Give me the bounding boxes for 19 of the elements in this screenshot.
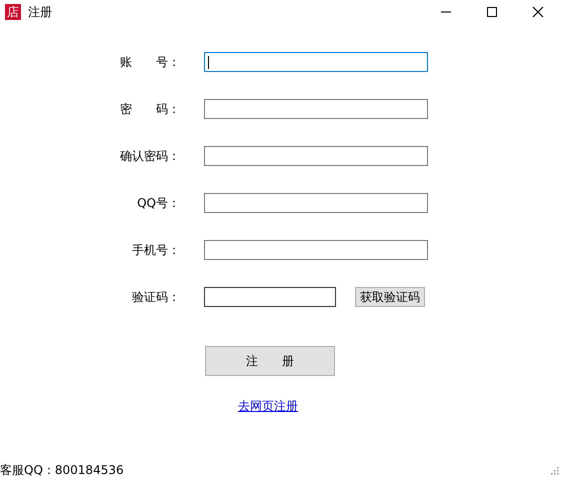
get-code-button[interactable]: 获取验证码: [355, 287, 425, 307]
input-field[interactable]: [204, 99, 428, 119]
field-label: 手机号：: [131, 242, 180, 258]
register-button[interactable]: 注 册: [205, 346, 335, 376]
field-label: 确认密码：: [119, 148, 180, 164]
field-label: 密 码：: [119, 100, 180, 118]
resize-grip-icon[interactable]: [549, 465, 559, 475]
field-label: 账 号：: [119, 54, 180, 70]
field-label: QQ号：: [136, 194, 180, 212]
input-field[interactable]: [204, 193, 428, 213]
field-label: 验证码：: [131, 288, 180, 306]
input-field[interactable]: [204, 52, 428, 72]
support-qq-text: 客服QQ：800184536: [0, 462, 124, 478]
input-field[interactable]: [204, 240, 428, 260]
web-register-link[interactable]: 去网页注册: [238, 398, 298, 415]
window-title: 注册: [28, 4, 52, 20]
app-logo-icon: 店: [5, 4, 21, 20]
code-input-field[interactable]: [204, 287, 336, 307]
input-field[interactable]: [204, 146, 428, 166]
